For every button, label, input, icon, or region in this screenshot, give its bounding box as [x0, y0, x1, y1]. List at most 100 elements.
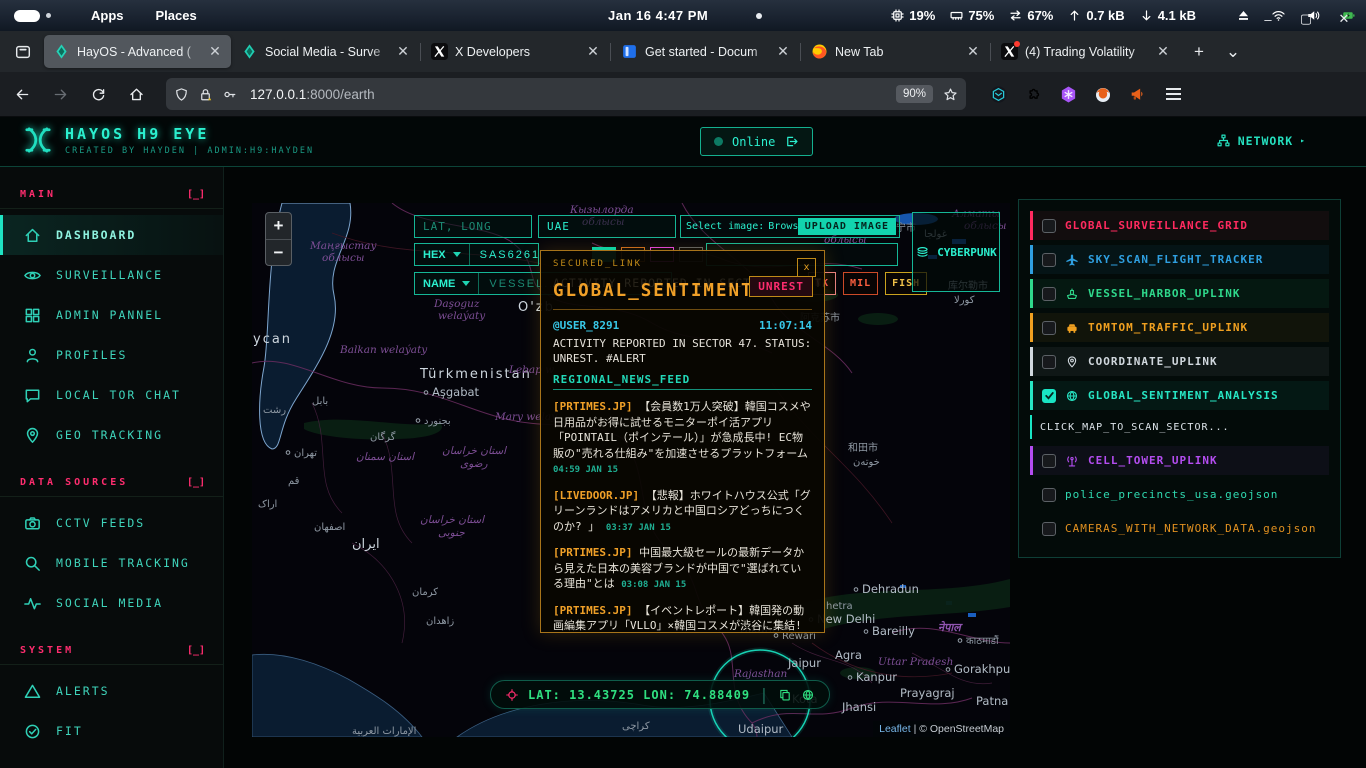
browser-tab[interactable]: Get started - Docum✕ — [612, 35, 799, 68]
eject-icon[interactable] — [1236, 8, 1251, 23]
hex-select[interactable]: HEX — [415, 244, 470, 265]
clock[interactable]: Jan 16 4:47 PM — [608, 8, 708, 23]
browser-tab[interactable]: Social Media - Surve✕ — [232, 35, 419, 68]
map[interactable]: КызылордаоблысыЖамбылоблысыАлматыоблысыМ… — [252, 203, 1010, 737]
layer-checkbox[interactable] — [1042, 219, 1056, 233]
hex-extension-icon[interactable] — [1054, 80, 1082, 108]
sidebar-item-cctv-feeds[interactable]: CCTV FEEDS — [0, 503, 223, 543]
image-file-input[interactable]: Select image:Browse…No f…ed. UPLOAD IMAG… — [680, 215, 900, 238]
zoom-out-button[interactable]: − — [266, 239, 291, 265]
modal-close-button[interactable]: x — [797, 258, 816, 277]
layer-checkbox[interactable] — [1042, 454, 1056, 468]
sidebar-item-profiles[interactable]: PROFILES — [0, 335, 223, 375]
network-link[interactable]: NETWORK ▸ — [1216, 133, 1306, 148]
sidebar-item-alerts[interactable]: ALERTS — [0, 671, 223, 711]
window-maximize-button[interactable]: ▢ — [1292, 6, 1320, 32]
zoom-in-button[interactable]: + — [266, 213, 291, 239]
layer-checkbox[interactable] — [1042, 389, 1056, 403]
list-tabs-button[interactable]: ⌄ — [1218, 37, 1248, 67]
sidebar-item-admin-pannel[interactable]: ADMIN PANNEL — [0, 295, 223, 335]
layer-row-tomtom-traffic-uplink[interactable]: TOMTOM_TRAFFIC_UPLINK — [1030, 313, 1329, 342]
container-extension-icon[interactable] — [984, 80, 1012, 108]
megaphone-extension-icon[interactable] — [1124, 80, 1152, 108]
url-text[interactable]: 127.0.0.1:8000/earth — [250, 87, 896, 102]
menu-hamburger-icon[interactable] — [1159, 80, 1187, 108]
new-tab-button[interactable]: + — [1184, 37, 1214, 67]
layer-checkbox[interactable] — [1042, 287, 1056, 301]
layer-checkbox[interactable] — [1042, 355, 1056, 369]
window-close-button[interactable]: ✕ — [1330, 6, 1358, 32]
layer-checkbox[interactable] — [1042, 522, 1056, 536]
firefox-view-icon[interactable] — [8, 37, 38, 67]
svg-text:Jaipur: Jaipur — [787, 656, 821, 670]
news-item[interactable]: [LIVEDOOR.JP] 【悲報】ホワイトハウス公式「グリーンランドはアメリカ… — [553, 488, 812, 537]
window-minimize-button[interactable]: – — [1254, 6, 1282, 32]
feed-user[interactable]: @USER_8291 — [553, 319, 619, 332]
globe-icon[interactable] — [801, 688, 815, 702]
sidebar-item-local-tor-chat[interactable]: LOCAL TOR CHAT — [0, 375, 223, 415]
bookmark-star-icon[interactable] — [943, 87, 958, 102]
layer-row-sky-scan-flight-tracker[interactable]: SKY_SCAN_FLIGHT_TRACKER — [1030, 245, 1329, 274]
browser-tab[interactable]: X Developers✕ — [422, 35, 609, 68]
browser-tab[interactable]: HayOS - Advanced (✕ — [44, 35, 231, 68]
forward-button[interactable] — [44, 78, 76, 110]
news-item[interactable]: [PRTIMES.JP] 【会員数1万人突破】韓国コスメや日用品がお得に試せるモ… — [553, 399, 812, 479]
close-tab-icon[interactable]: ✕ — [773, 42, 793, 62]
fox-extension-icon[interactable] — [1089, 80, 1117, 108]
apps-menu[interactable]: Apps — [75, 8, 140, 23]
reload-button[interactable] — [82, 78, 114, 110]
sidebar-item-label: SURVEILLANCE — [56, 268, 163, 282]
browser-tab[interactable]: (4) Trading Volatility✕ — [992, 35, 1179, 68]
filter-button-mil[interactable]: MIL — [843, 272, 878, 295]
close-tab-icon[interactable]: ✕ — [963, 42, 983, 62]
leaflet-link[interactable]: Leaflet — [879, 723, 911, 735]
online-status-button[interactable]: Online — [700, 127, 813, 156]
home-button[interactable] — [120, 78, 152, 110]
close-tab-icon[interactable]: ✕ — [393, 42, 413, 62]
close-tab-icon[interactable]: ✕ — [1153, 42, 1173, 62]
hex-value[interactable]: SAS6261 — [470, 249, 550, 261]
upload-image-button[interactable]: UPLOAD IMAGE — [798, 218, 896, 235]
news-item[interactable]: [PRTIMES.JP] 【イベントレポート】韓国発の動画編集アプリ「VLLO」… — [553, 603, 812, 634]
section-collapse-button[interactable]: [_] — [187, 477, 205, 488]
layer-row-police-precincts-usa-geojson[interactable]: police_precincts_usa.geojson — [1030, 480, 1329, 509]
layer-row-cell-tower-uplink[interactable]: CELL_TOWER_UPLINK — [1030, 446, 1329, 475]
layer-row-global-sentiment-analysis[interactable]: GLOBAL_SENTIMENT_ANALYSIS — [1030, 381, 1329, 410]
layer-row-coordinate-uplink[interactable]: COORDINATE_UPLINK — [1030, 347, 1329, 376]
layer-checkbox[interactable] — [1042, 321, 1056, 335]
section-collapse-button[interactable]: [_] — [187, 189, 205, 200]
places-menu[interactable]: Places — [140, 8, 213, 23]
map-style-select[interactable]: CYBERPUNK — [912, 212, 1000, 292]
section-collapse-button[interactable]: [_] — [187, 645, 205, 656]
sidebar-item-social-media[interactable]: SOCIAL MEDIA — [0, 583, 223, 623]
permissions-icon[interactable] — [222, 87, 237, 102]
zoom-level-badge[interactable]: 90% — [896, 85, 933, 103]
layer-checkbox[interactable] — [1042, 253, 1056, 267]
browser-tab[interactable]: New Tab✕ — [802, 35, 989, 68]
sidebar-item-fit[interactable]: FIT — [0, 711, 223, 751]
svg-text:Uttar Pradesh: Uttar Pradesh — [878, 656, 953, 668]
layer-row-vessel-harbor-uplink[interactable]: VESSEL_HARBOR_UPLINK — [1030, 279, 1329, 308]
copy-icon[interactable] — [778, 688, 792, 702]
sidebar-item-surveillance[interactable]: SURVEILLANCE — [0, 255, 223, 295]
close-tab-icon[interactable]: ✕ — [205, 42, 225, 62]
lock-icon[interactable] — [198, 87, 213, 102]
news-timestamp: 03:08 JAN 15 — [621, 580, 686, 590]
sidebar-item-geo-tracking[interactable]: GEO TRACKING — [0, 415, 223, 455]
extensions-puzzle-icon[interactable] — [1019, 80, 1047, 108]
country-input[interactable] — [538, 215, 676, 238]
sidebar-item-dashboard[interactable]: DASHBOARD — [0, 215, 223, 255]
close-tab-icon[interactable]: ✕ — [583, 42, 603, 62]
news-item[interactable]: [PRTIMES.JP] 中国最大級セールの最新データから見えた日本の美容ブラン… — [553, 545, 812, 594]
activities-pill[interactable] — [14, 10, 40, 22]
back-button[interactable] — [6, 78, 38, 110]
shield-icon[interactable] — [174, 87, 189, 102]
layer-row-cameras-with-network-data-geojson[interactable]: CAMERAS_WITH_NETWORK_DATA.geojson — [1030, 514, 1329, 543]
layer-row-global-surveillance-grid[interactable]: GLOBAL_SURVEILLANCE_GRID — [1030, 211, 1329, 240]
sidebar-item-mobile-tracking[interactable]: MOBILE TRACKING — [0, 543, 223, 583]
latlong-input[interactable] — [414, 215, 532, 238]
name-select[interactable]: NAME — [415, 273, 479, 294]
layer-checkbox[interactable] — [1042, 488, 1056, 502]
svg-text:استان خراسان: استان خراسان — [442, 445, 507, 457]
url-bar[interactable]: 127.0.0.1:8000/earth 90% — [166, 78, 966, 110]
